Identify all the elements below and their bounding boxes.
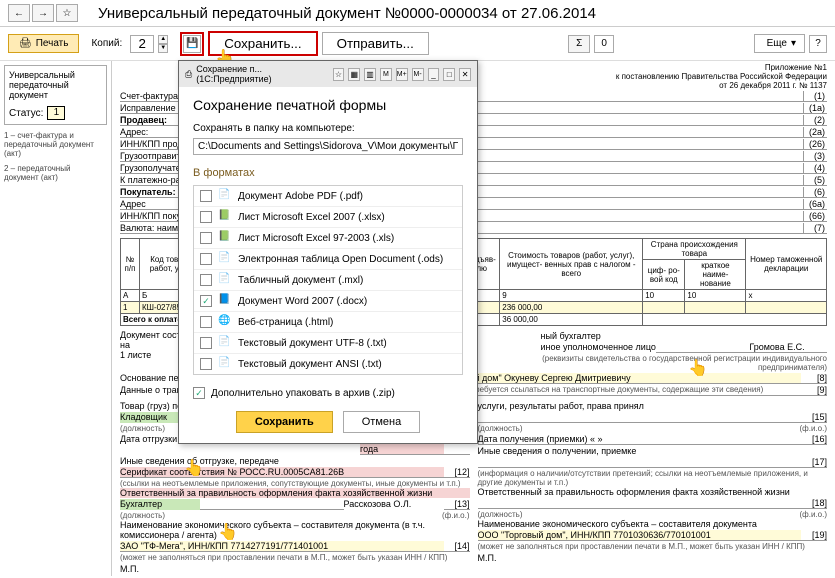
status-value[interactable]: 1 [47,106,65,120]
ods-icon: 📄 [218,252,232,266]
formats-heading: В форматах [193,167,463,179]
status-note-2: 2 – передаточный документ (акт) [4,164,107,182]
checkbox-icon[interactable] [200,190,212,202]
archive-checkbox[interactable]: ✓ [193,387,205,399]
favorite-button[interactable]: ☆ [56,4,78,22]
cursor-icon: 👆 [688,358,708,378]
checkbox-icon[interactable] [200,211,212,223]
print-button[interactable]: 🖨 Печать [8,34,79,53]
excel-icon: 📗 [218,231,232,245]
txt-icon: 📄 [218,336,232,350]
more-button[interactable]: Еще▾ [754,34,805,53]
checkbox-icon[interactable] [200,358,212,370]
checkbox-icon[interactable] [200,232,212,244]
dialog-cancel-button[interactable]: Отмена [343,411,420,433]
format-pdf[interactable]: 📄Документ Adobe PDF (.pdf) [194,186,462,207]
status-note-1: 1 – счет-фактура и передаточный документ… [4,131,107,158]
format-ods[interactable]: 📄Электронная таблица Open Document (.ods… [194,249,462,270]
right-column: услуги, результаты работ, права принял [… [478,400,828,574]
checkbox-icon[interactable] [200,337,212,349]
format-ansi[interactable]: 📄Текстовый документ ANSI (.txt) [194,354,462,374]
cursor-icon: 👆 [218,522,238,542]
back-button[interactable]: ← [8,4,30,22]
dialog-heading: Сохранение печатной формы [193,97,463,113]
doc-type-title: Универсальный передаточный документ [9,70,102,100]
printer-icon: 🖨 [19,38,32,49]
dialog-max-button[interactable]: □ [443,68,455,81]
checkbox-icon[interactable] [200,274,212,286]
save-icon-button[interactable]: 💾 [183,35,201,53]
checkbox-icon[interactable] [200,316,212,328]
format-mxl[interactable]: 📄Табличный документ (.mxl) [194,270,462,291]
mxl-icon: 📄 [218,273,232,287]
format-utf8[interactable]: 📄Текстовый документ UTF-8 (.txt) [194,333,462,354]
dialog-cal-icon[interactable]: ▥ [364,68,376,81]
dialog-icon: ⎙ [185,69,192,80]
dialog-m2-icon[interactable]: M+ [396,68,408,81]
dialog-fav-icon[interactable]: ☆ [333,68,345,81]
path-input[interactable] [193,138,463,155]
sigma-button[interactable]: Σ [568,35,590,53]
save-dialog: ⎙ Сохранение п... (1С:Предприятие) ☆ ▦ ▥… [178,60,478,444]
page-title: Универсальный передаточный документ №000… [98,5,596,22]
pdf-icon: 📄 [218,189,232,203]
dialog-save-button[interactable]: Сохранить [236,411,333,433]
dialog-title: Сохранение п... (1С:Предприятие) [196,64,324,84]
dialog-m-icon[interactable]: M [380,68,392,81]
dialog-calc-icon[interactable]: ▦ [348,68,360,81]
send-button[interactable]: Отправить... [322,32,429,55]
dialog-close-button[interactable]: ✕ [459,68,471,81]
html-icon: 🌐 [218,315,232,329]
format-xls[interactable]: 📗Лист Microsoft Excel 97-2003 (.xls) [194,228,462,249]
dialog-min-button[interactable]: _ [428,68,440,81]
copies-label: Копий: [91,38,122,49]
format-html[interactable]: 🌐Веб-страница (.html) [194,312,462,333]
help-button[interactable]: ? [809,35,827,53]
word-icon: 📘 [218,294,232,308]
txt-icon: 📄 [218,357,232,371]
dialog-m3-icon[interactable]: M- [412,68,424,81]
excel-icon: 📗 [218,210,232,224]
formats-list: 📄Документ Adobe PDF (.pdf) 📗Лист Microso… [193,185,463,375]
copies-up[interactable]: ▲ [158,35,168,44]
copies-down[interactable]: ▼ [158,44,168,53]
format-docx[interactable]: ✓📘Документ Word 2007 (.docx) [194,291,462,312]
sigma-value: 0 [594,35,614,53]
forward-button[interactable]: → [32,4,54,22]
sidebar: Универсальный передаточный документ Стат… [0,61,112,576]
checkbox-icon[interactable] [200,253,212,265]
chevron-down-icon: ▾ [791,38,796,49]
copies-input[interactable] [130,35,154,53]
status-label: Статус: [9,108,43,119]
archive-row[interactable]: ✓ Дополнительно упаковать в архив (.zip) [193,387,463,399]
highlighted-save-group: 💾 [180,32,204,56]
format-xlsx[interactable]: 📗Лист Microsoft Excel 2007 (.xlsx) [194,207,462,228]
save-to-label: Сохранять в папку на компьютере: [193,123,463,134]
checkbox-icon[interactable]: ✓ [200,295,212,307]
cursor-icon: 👆 [184,458,204,478]
